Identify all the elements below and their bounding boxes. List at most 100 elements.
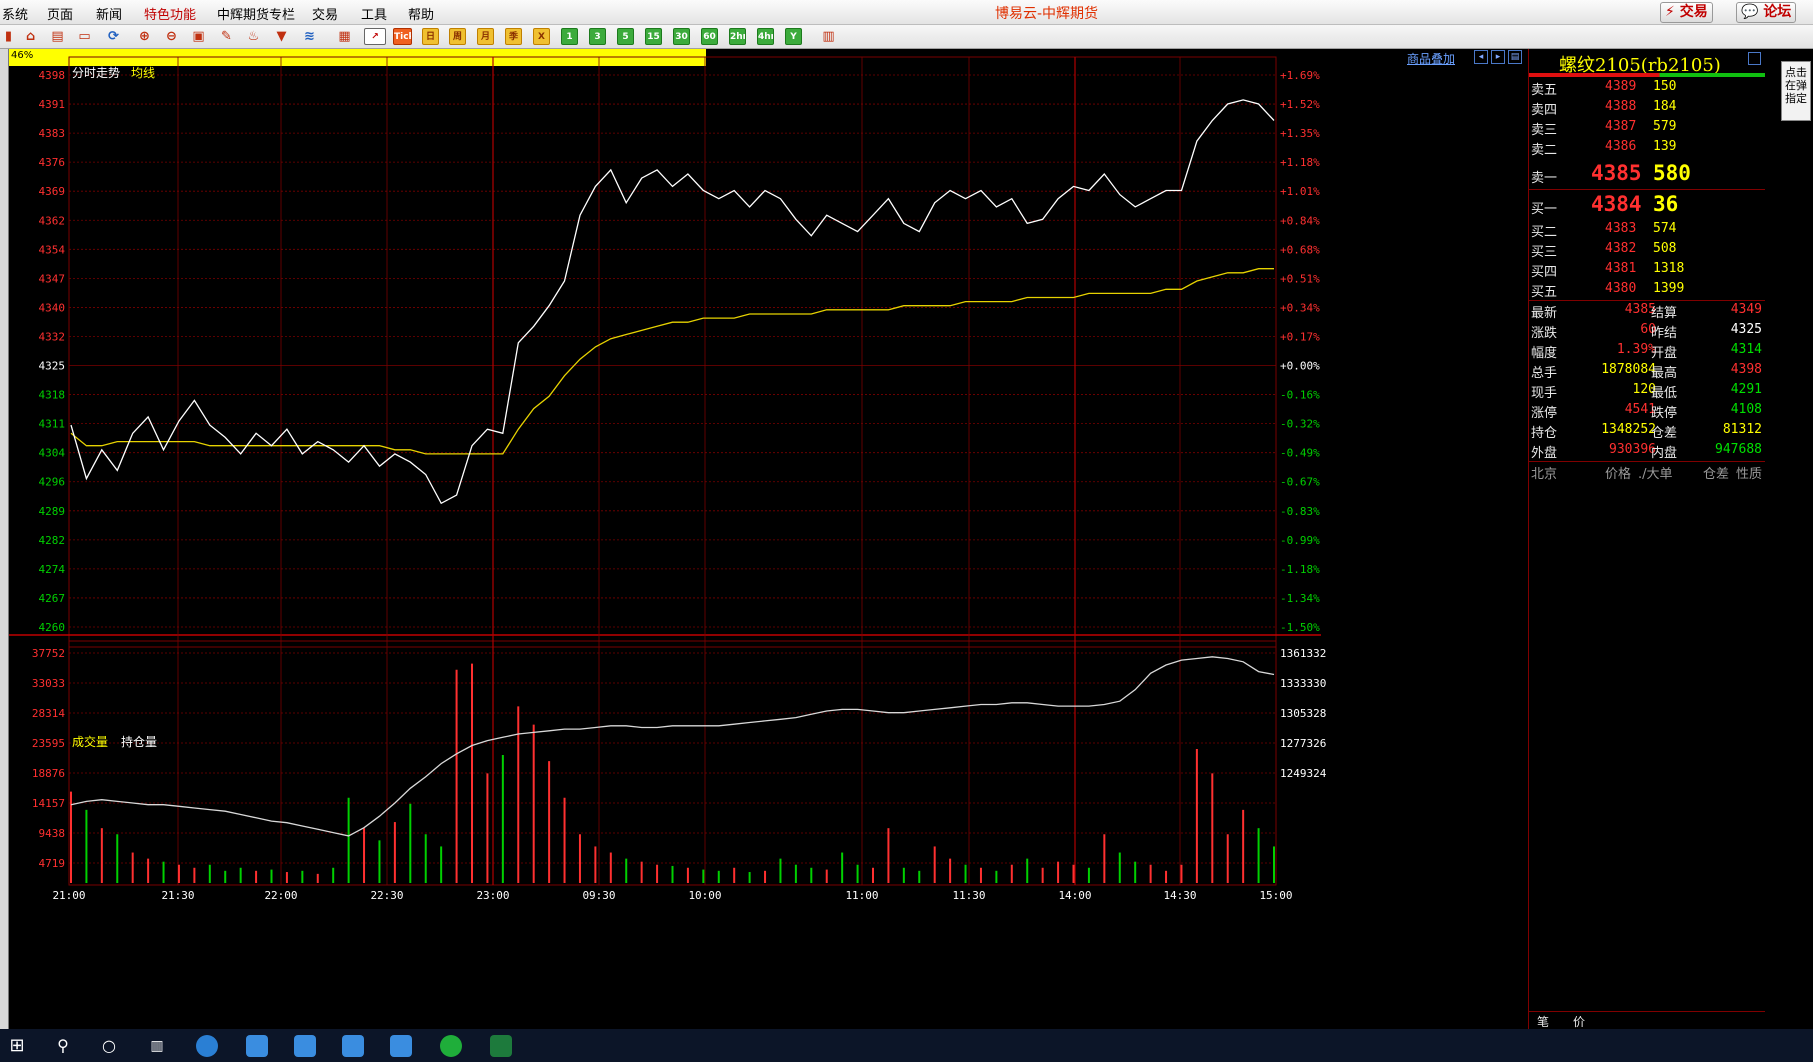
start-icon[interactable]: ⊞: [6, 1035, 28, 1057]
tab-trades[interactable]: 笔: [1537, 1013, 1549, 1030]
window-title: 博易云-中辉期货: [995, 6, 1099, 22]
app-icon-4[interactable]: [390, 1035, 412, 1057]
volume-tick-label: 14157: [32, 797, 65, 810]
refresh-icon[interactable]: ⟳: [105, 28, 122, 45]
period-quarter-button[interactable]: 季: [505, 28, 522, 45]
wechat-icon[interactable]: [440, 1035, 462, 1057]
browser-icon[interactable]: [196, 1035, 218, 1057]
intraday-chart[interactable]: 分时走势 均线 成交量 持仓量 4398 4391 4383 4376 4369 4362…: [9, 49, 1528, 1029]
bid-row-best[interactable]: 买一 4384 36: [1529, 192, 1766, 220]
open-interest-line: [70, 656, 1275, 837]
period-60-button[interactable]: 60: [701, 28, 718, 45]
menu-features[interactable]: 特色功能: [144, 4, 196, 23]
price-tick-label: 4369: [39, 185, 66, 198]
ask-volume: 150: [1653, 79, 1677, 94]
user-icon[interactable]: ⚲: [52, 1035, 74, 1057]
time-tick-label: 15:00: [1259, 889, 1292, 902]
ask-row[interactable]: 卖四 4388 184: [1529, 99, 1766, 119]
folder-icon[interactable]: ▮: [0, 28, 17, 45]
volume-tick-label: 37752: [32, 647, 65, 660]
forum-button-label: 论坛: [1763, 4, 1792, 20]
zoom-out-icon[interactable]: ⊖: [163, 28, 180, 45]
percent-tick-label: +0.84%: [1280, 214, 1320, 227]
stat-label: 最低: [1651, 386, 1678, 401]
menu-broker-column[interactable]: 中辉期货专栏: [217, 4, 295, 23]
stat-label: 最高: [1651, 366, 1678, 381]
bid-row[interactable]: 买三 4382 508: [1529, 241, 1766, 261]
stat-label: 外盘: [1531, 446, 1558, 461]
bid-row[interactable]: 买四 4381 1318: [1529, 261, 1766, 281]
period-3-button[interactable]: 3: [589, 28, 606, 45]
period-year-button[interactable]: Y: [785, 28, 802, 45]
table-icon[interactable]: ▦: [336, 28, 353, 45]
bid-label: 买三: [1531, 245, 1558, 260]
bid-row[interactable]: 买二 4383 574: [1529, 221, 1766, 241]
intraday-chart-icon[interactable]: ↗: [364, 28, 386, 45]
maximize-icon[interactable]: [1748, 52, 1761, 65]
best-bid-volume: 36: [1653, 192, 1679, 216]
period-15-button[interactable]: 15: [645, 28, 662, 45]
tick-header-vol: ./大单: [1638, 467, 1673, 482]
zoom-in-icon[interactable]: ⊕: [136, 28, 153, 45]
calendar-icon[interactable]: ▥: [820, 28, 837, 45]
left-tab-strip[interactable]: [0, 49, 9, 1029]
window-icon[interactable]: ▭: [76, 28, 93, 45]
bid-label: 买五: [1531, 285, 1558, 300]
bid-volume: 508: [1653, 241, 1677, 256]
best-ask-volume: 580: [1653, 161, 1691, 185]
price-tick-label: 4282: [39, 534, 66, 547]
period-2hr-button[interactable]: 2hr: [729, 28, 746, 45]
menu-system[interactable]: 系统: [2, 4, 28, 23]
app-icon-2[interactable]: [294, 1035, 316, 1057]
menu-trade[interactable]: 交易: [312, 4, 338, 23]
time-axis-labels: 21:00 21:30 22:00 22:30 23:00 09:30 10:00 11:00…: [52, 889, 1292, 902]
layers-icon[interactable]: ▣: [190, 28, 207, 45]
ask-row[interactable]: 卖五 4389 150: [1529, 79, 1766, 99]
home-icon[interactable]: ⌂: [22, 28, 39, 45]
ask-row-best[interactable]: 卖一 4385 580: [1529, 161, 1766, 189]
price-tick-label: 4347: [39, 272, 66, 285]
bid-price: 4381: [1605, 261, 1637, 276]
task-view-icon[interactable]: ▥: [146, 1035, 168, 1057]
tick-button[interactable]: Tick: [393, 28, 412, 45]
stat-label: 开盘: [1651, 346, 1678, 361]
app-icon-1[interactable]: [246, 1035, 268, 1057]
price-tick-label: 4267: [39, 592, 66, 605]
trade-button-label: 交易: [1679, 4, 1708, 20]
app-icon-3[interactable]: [342, 1035, 364, 1057]
search-icon[interactable]: ○: [98, 1035, 120, 1057]
menu-page[interactable]: 页面: [47, 4, 73, 23]
tab-price[interactable]: 价: [1573, 1013, 1585, 1030]
bell-icon[interactable]: ♨: [245, 28, 262, 45]
period-30-button[interactable]: 30: [673, 28, 690, 45]
excel-icon[interactable]: [490, 1035, 512, 1057]
period-x-button[interactable]: X: [533, 28, 550, 45]
menu-news[interactable]: 新闻: [96, 4, 122, 23]
indicator-icon[interactable]: ≋: [301, 28, 318, 45]
filter-icon[interactable]: ▼: [273, 28, 290, 45]
trade-button[interactable]: ⚡ 交易: [1660, 2, 1713, 23]
period-month-button[interactable]: 月: [477, 28, 494, 45]
tick-header-city: 北京: [1531, 467, 1558, 482]
percent-tick-label: -0.16%: [1280, 389, 1320, 402]
ask-row[interactable]: 卖二 4386 139: [1529, 139, 1766, 159]
period-1-button[interactable]: 1: [561, 28, 578, 45]
stat-row: 涨跌 60 昨结 4325: [1529, 322, 1766, 342]
stat-value: 4325: [1730, 322, 1762, 337]
popup-settings-button[interactable]: 点击在弹指定: [1781, 61, 1811, 121]
ask-row[interactable]: 卖三 4387 579: [1529, 119, 1766, 139]
period-5-button[interactable]: 5: [617, 28, 634, 45]
period-week-button[interactable]: 周: [449, 28, 466, 45]
ask-volume: 139: [1653, 139, 1677, 154]
bid-row[interactable]: 买五 4380 1399: [1529, 281, 1766, 301]
forum-button[interactable]: 💬 论坛: [1736, 2, 1797, 23]
period-4hr-button[interactable]: 4hr: [757, 28, 774, 45]
book-icon[interactable]: ▤: [49, 28, 66, 45]
pen-icon[interactable]: ✎: [218, 28, 235, 45]
menu-help[interactable]: 帮助: [408, 4, 434, 23]
volume-panel-title: 成交量: [72, 734, 108, 749]
period-day-button[interactable]: 日: [422, 28, 439, 45]
percent-axis-labels: +1.69% +1.52% +1.35% +1.18% +1.01% +0.84% +0.6…: [1280, 69, 1320, 634]
menu-tools[interactable]: 工具: [361, 4, 387, 23]
tick-header: 北京 价格 ./大单 仓差 性质: [1529, 463, 1766, 483]
